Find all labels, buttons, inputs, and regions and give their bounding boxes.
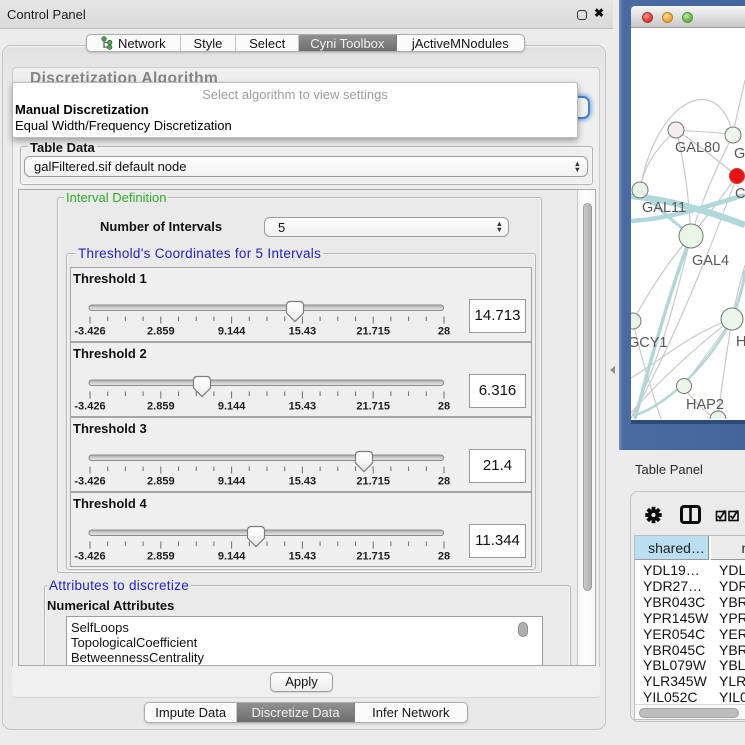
svg-text:15.43: 15.43 (289, 401, 317, 413)
svg-text:-3.426: -3.426 (74, 476, 105, 488)
svg-text:15.43: 15.43 (289, 551, 317, 563)
svg-text:21.715: 21.715 (356, 326, 390, 338)
svg-text:28: 28 (438, 326, 450, 338)
svg-text:GAL11: GAL11 (642, 200, 686, 216)
svg-text:15.43: 15.43 (289, 476, 317, 488)
svg-text:9.144: 9.144 (218, 401, 246, 413)
svg-text:GAL80: GAL80 (675, 140, 720, 156)
svg-text:21.715: 21.715 (356, 551, 390, 563)
svg-text:28: 28 (438, 401, 450, 413)
svg-text:21.715: 21.715 (356, 401, 390, 413)
svg-text:C: C (735, 186, 745, 202)
svg-text:HAP2: HAP2 (686, 397, 724, 413)
svg-text:9.144: 9.144 (218, 551, 246, 563)
svg-text:GAL4: GAL4 (692, 253, 729, 269)
svg-text:-3.426: -3.426 (74, 401, 105, 413)
svg-text:-3.426: -3.426 (74, 326, 105, 338)
svg-text:2.859: 2.859 (147, 326, 175, 338)
svg-text:15.43: 15.43 (289, 326, 317, 338)
svg-text:H: H (736, 334, 745, 350)
svg-text:9.144: 9.144 (218, 326, 246, 338)
svg-text:28: 28 (438, 476, 450, 488)
svg-text:28: 28 (438, 551, 450, 563)
svg-text:2.859: 2.859 (147, 401, 175, 413)
svg-text:2.859: 2.859 (147, 551, 175, 563)
svg-text:9.144: 9.144 (218, 476, 246, 488)
svg-text:GCY1: GCY1 (631, 335, 668, 351)
svg-text:GA: GA (734, 146, 745, 162)
svg-text:2.859: 2.859 (147, 476, 175, 488)
svg-text:21.715: 21.715 (356, 476, 390, 488)
svg-text:-3.426: -3.426 (74, 551, 105, 563)
